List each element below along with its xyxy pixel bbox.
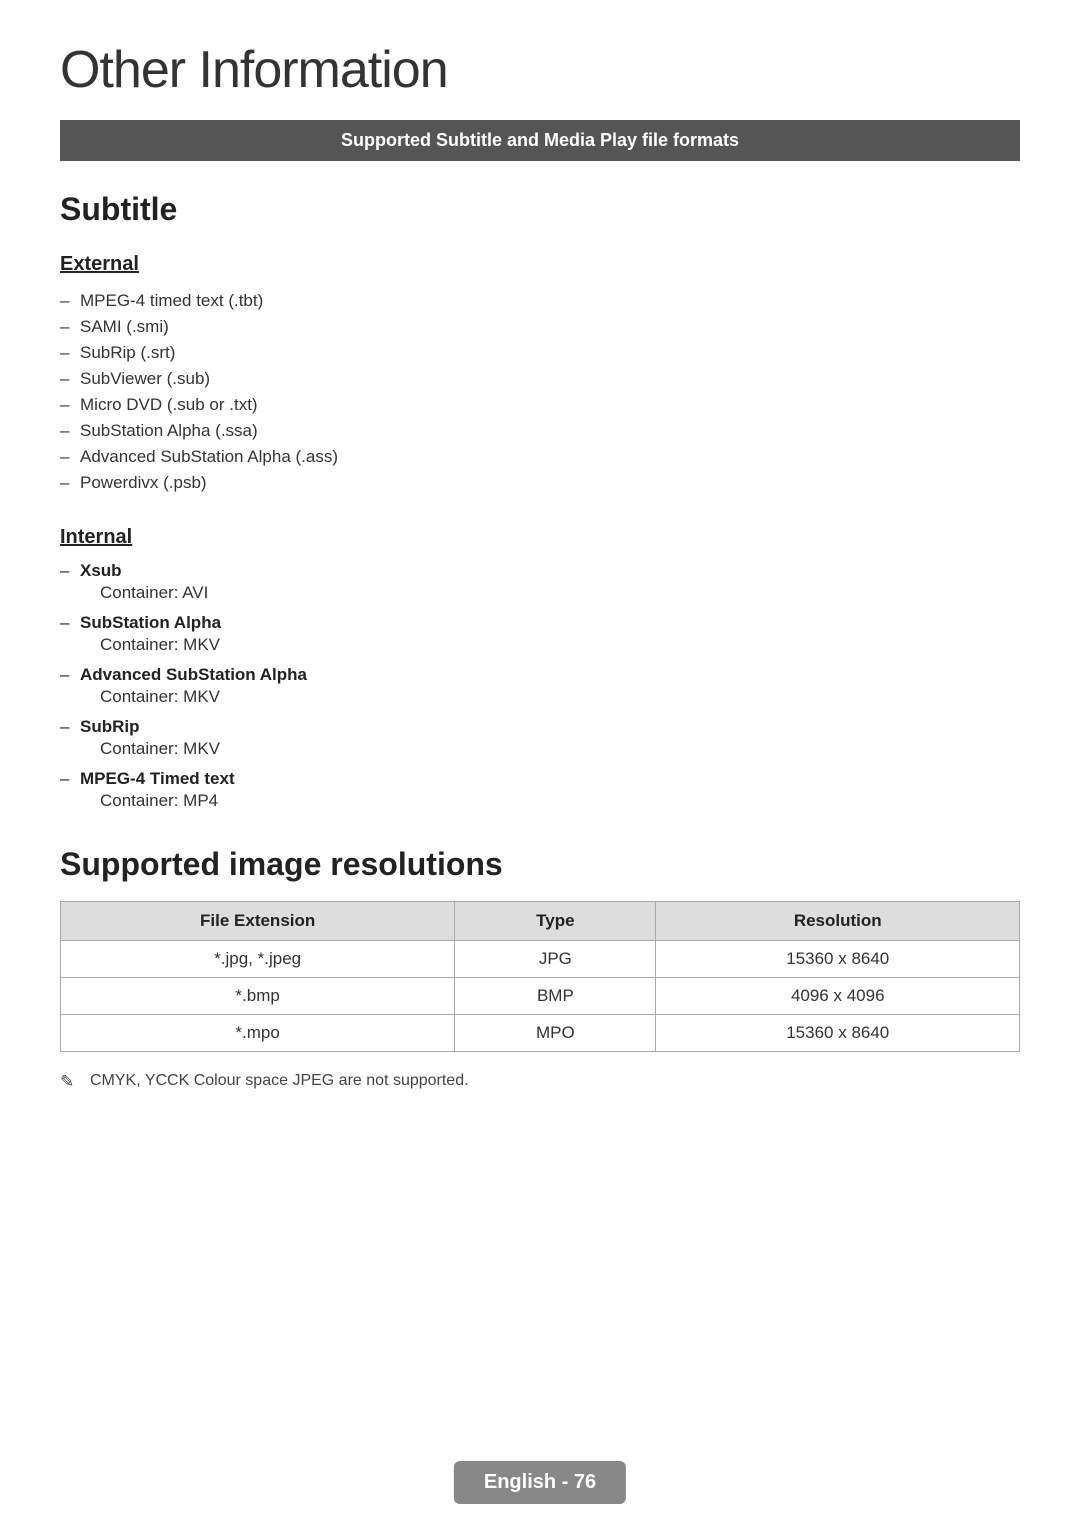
table-row: *.bmp BMP 4096 x 4096	[61, 978, 1020, 1015]
internal-label: SubStation Alpha	[60, 613, 1020, 633]
subtitle-heading: Subtitle	[60, 191, 1020, 228]
internal-section: Internal Xsub Container: AVI SubStation …	[60, 526, 1020, 811]
table-cell-resolution: 4096 x 4096	[656, 978, 1020, 1015]
table-row: *.jpg, *.jpeg JPG 15360 x 8640	[61, 941, 1020, 978]
list-item: Powerdivx (.psb)	[60, 470, 1020, 496]
internal-label: MPEG-4 Timed text	[60, 769, 1020, 789]
table-cell-resolution: 15360 x 8640	[656, 1015, 1020, 1052]
page-title: Other Information	[60, 40, 1020, 100]
internal-container: Container: AVI	[60, 583, 1020, 603]
supported-image-heading: Supported image resolutions	[60, 846, 1020, 883]
list-item: MPEG-4 timed text (.tbt)	[60, 288, 1020, 314]
table-cell-type: MPO	[455, 1015, 656, 1052]
footer-badge: English - 76	[454, 1461, 626, 1504]
table-cell-extension: *.bmp	[61, 978, 455, 1015]
internal-entry: MPEG-4 Timed text Container: MP4	[60, 769, 1020, 811]
internal-entry: Xsub Container: AVI	[60, 561, 1020, 603]
internal-entry: SubStation Alpha Container: MKV	[60, 613, 1020, 655]
table-row: *.mpo MPO 15360 x 8640	[61, 1015, 1020, 1052]
internal-container: Container: MKV	[60, 635, 1020, 655]
table-header-type: Type	[455, 902, 656, 941]
internal-label: SubRip	[60, 717, 1020, 737]
external-list: MPEG-4 timed text (.tbt) SAMI (.smi) Sub…	[60, 288, 1020, 496]
internal-label: Advanced SubStation Alpha	[60, 665, 1020, 685]
internal-entry: Advanced SubStation Alpha Container: MKV	[60, 665, 1020, 707]
note-icon: ✎	[60, 1072, 74, 1092]
internal-label: Xsub	[60, 561, 1020, 581]
internal-entry: SubRip Container: MKV	[60, 717, 1020, 759]
internal-container: Container: MKV	[60, 687, 1020, 707]
list-item: Advanced SubStation Alpha (.ass)	[60, 444, 1020, 470]
external-heading: External	[60, 253, 1020, 276]
image-table: File Extension Type Resolution *.jpg, *.…	[60, 901, 1020, 1052]
list-item: Micro DVD (.sub or .txt)	[60, 392, 1020, 418]
list-item: SubRip (.srt)	[60, 340, 1020, 366]
note-content: CMYK, YCCK Colour space JPEG are not sup…	[90, 1072, 469, 1089]
table-header-row: File Extension Type Resolution	[61, 902, 1020, 941]
table-header-extension: File Extension	[61, 902, 455, 941]
table-cell-type: BMP	[455, 978, 656, 1015]
internal-heading: Internal	[60, 526, 1020, 549]
internal-container: Container: MKV	[60, 739, 1020, 759]
section-banner: Supported Subtitle and Media Play file f…	[60, 120, 1020, 161]
note-text: ✎ CMYK, YCCK Colour space JPEG are not s…	[60, 1072, 1020, 1090]
list-item: SubViewer (.sub)	[60, 366, 1020, 392]
internal-list: Xsub Container: AVI SubStation Alpha Con…	[60, 561, 1020, 811]
table-cell-extension: *.mpo	[61, 1015, 455, 1052]
table-cell-resolution: 15360 x 8640	[656, 941, 1020, 978]
list-item: SAMI (.smi)	[60, 314, 1020, 340]
table-cell-extension: *.jpg, *.jpeg	[61, 941, 455, 978]
table-cell-type: JPG	[455, 941, 656, 978]
table-header-resolution: Resolution	[656, 902, 1020, 941]
list-item: SubStation Alpha (.ssa)	[60, 418, 1020, 444]
external-section: External MPEG-4 timed text (.tbt) SAMI (…	[60, 253, 1020, 496]
internal-container: Container: MP4	[60, 791, 1020, 811]
